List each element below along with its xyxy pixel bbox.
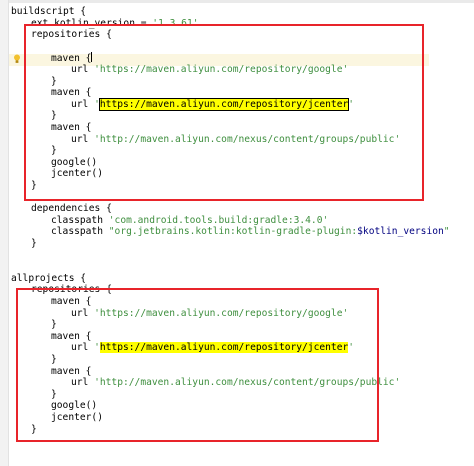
annotation-box-allprojects-repositories <box>16 288 379 442</box>
annotation-box-buildscript-repositories <box>24 24 424 201</box>
code-token: "org.jetbrains.kotlin:kotlin-gradle-plug… <box>108 226 358 238</box>
code-line-close-dependencies[interactable]: } <box>31 238 37 250</box>
code-line-dependencies-open[interactable]: dependencies { <box>31 203 112 215</box>
code-token: " <box>443 226 450 238</box>
code-editor[interactable]: buildscript {ext.kotlin_version = '1.3.6… <box>0 0 474 466</box>
code-token: allprojects { <box>11 272 87 284</box>
code-token: } <box>31 238 37 249</box>
editor-gutter <box>0 0 9 466</box>
code-token: 'com.android.tools.build:gradle:3.4.0' <box>108 214 329 226</box>
code-line-buildscript-open[interactable]: buildscript { <box>11 6 86 18</box>
code-line-classpath-1[interactable]: classpath 'com.android.tools.build:gradl… <box>51 215 328 227</box>
code-token: classpath <box>51 214 109 226</box>
editor-top-edge <box>0 0 474 3</box>
code-line-classpath-2[interactable]: classpath "org.jetbrains.kotlin:kotlin-g… <box>51 226 450 238</box>
code-token: $kotlin_version <box>357 226 444 238</box>
lightbulb-icon[interactable] <box>13 54 21 64</box>
code-token: dependencies { <box>31 203 112 215</box>
code-token: buildscript { <box>11 6 87 17</box>
code-token: classpath <box>51 226 109 238</box>
code-line-allprojects-open[interactable]: allprojects { <box>11 273 86 285</box>
